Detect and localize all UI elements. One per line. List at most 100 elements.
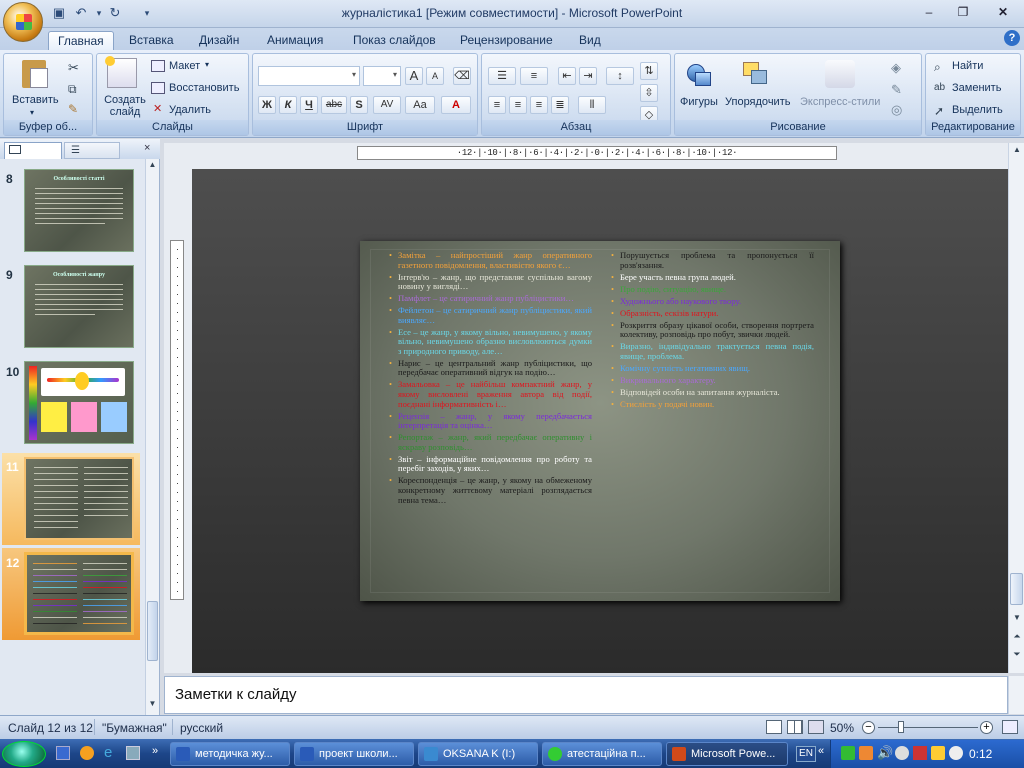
editor-scrollbar[interactable]: ▲ ▼ ⏶ ⏷ [1008,143,1024,673]
grow-font-button[interactable]: A [405,67,423,85]
editor-scroll-thumb[interactable] [1010,573,1023,605]
format-painter-icon[interactable]: ✎ [68,102,78,116]
quick-launch-desktop-icon[interactable] [126,746,140,760]
slide-thumbnail-9[interactable]: Особливості жанру [24,265,134,348]
paste-icon[interactable] [20,58,50,90]
clear-format-icon[interactable]: ⌫ [453,67,471,85]
italic-button[interactable]: К [279,96,297,114]
bold-button[interactable]: Ж [258,96,276,114]
help-icon[interactable]: ? [1004,30,1020,46]
taskbar-item-3[interactable]: атестаційна п... [542,742,662,766]
tab-view[interactable]: Вид [570,31,610,50]
quick-launch-app-icon[interactable] [80,746,94,760]
tray-expand-icon[interactable]: « [818,745,824,757]
scroll-down-icon[interactable]: ▼ [1011,613,1023,625]
increase-indent-icon[interactable]: ⇥ [579,67,597,85]
outline-tab[interactable]: ☰ [64,142,120,159]
font-name-combo[interactable]: ▾ [258,66,360,86]
scroll-down-icon[interactable]: ▼ [147,699,158,711]
layout-dropdown-icon[interactable]: ▾ [205,60,209,69]
tray-app-icon[interactable] [949,746,963,760]
slide-thumbnail-8[interactable]: Особливості статті [24,169,134,252]
arrange-icon[interactable] [741,60,769,88]
zoom-out-icon[interactable]: − [862,721,875,734]
slide-thumbnail-12[interactable] [24,552,134,635]
select-button[interactable]: Выделить [952,104,1003,116]
zoom-slider-thumb[interactable] [898,721,904,733]
shape-fill-icon[interactable]: ◈ [891,60,901,76]
quick-launch-more-icon[interactable]: » [152,745,158,757]
scroll-up-icon[interactable]: ▲ [147,160,158,172]
underline-button[interactable]: Ч [300,96,318,114]
paste-dropdown-icon[interactable]: ▾ [30,108,34,117]
char-spacing-button[interactable]: AV [373,96,401,114]
tab-home[interactable]: Главная [48,31,114,50]
columns-icon[interactable]: ⫴ [578,96,606,114]
align-right-icon[interactable]: ≡ [530,96,548,114]
slide-left-column[interactable]: Замітка – найпростіший жанр оперативного… [388,250,592,508]
taskbar-item-4[interactable]: Microsoft Powe... [666,742,788,766]
zoom-in-icon[interactable]: + [980,721,993,734]
text-direction-icon[interactable]: ⇅ [640,62,658,80]
panel-scroll-thumb[interactable] [147,601,158,661]
find-button[interactable]: Найти [952,60,983,72]
tray-app-icon[interactable] [895,746,909,760]
align-text-icon[interactable]: ⇳ [640,84,658,102]
quick-styles-icon[interactable] [825,60,855,88]
replace-button[interactable]: Заменить [952,82,1001,94]
start-button[interactable] [2,741,46,767]
notes-pane[interactable]: Заметки к слайду [164,676,1008,714]
tab-animation[interactable]: Анимация [258,31,332,50]
tab-insert[interactable]: Вставка [120,31,183,50]
tab-review[interactable]: Рецензирование [451,31,562,50]
numbering-icon[interactable]: ≡ [520,67,548,85]
slide-canvas[interactable]: Замітка – найпростіший жанр оперативного… [360,241,840,601]
close-panel-icon[interactable]: × [144,142,150,154]
delete-button[interactable]: Удалить [169,104,211,116]
quick-launch-word-icon[interactable] [56,746,70,760]
taskbar-item-0[interactable]: методичка жу... [170,742,290,766]
normal-view-icon[interactable] [766,720,782,734]
shape-effects-icon[interactable]: ◎ [891,102,902,118]
restore-button[interactable]: ❐ [950,3,976,21]
slides-tab[interactable] [4,142,62,159]
tab-slideshow[interactable]: Показ слайдов [344,31,445,50]
new-slide-icon[interactable] [105,56,137,88]
copy-icon[interactable]: ⧉ [68,82,77,97]
shrink-font-button[interactable]: A [426,67,444,85]
office-button[interactable] [3,2,43,42]
language-bar[interactable]: EN [796,746,816,762]
layout-button[interactable]: Макет [169,60,200,72]
language-indicator[interactable]: русский [180,721,223,735]
close-button[interactable]: ✕ [990,3,1016,21]
cut-icon[interactable]: ✂ [68,60,79,76]
scroll-up-icon[interactable]: ▲ [1011,145,1023,157]
shapes-icon[interactable] [685,60,713,88]
slide-thumbnail-10[interactable] [24,361,134,444]
justify-icon[interactable]: ≣ [551,96,569,114]
clock[interactable]: 0:12 [969,747,992,761]
new-slide-button[interactable]: Создать слайд [103,94,147,118]
next-slide-icon[interactable]: ⏷ [1011,649,1023,663]
font-color-button[interactable]: A [441,96,471,114]
reset-button[interactable]: Восстановить [169,82,239,94]
align-left-icon[interactable]: ≡ [488,96,506,114]
arrange-button[interactable]: Упорядочить [725,96,790,108]
decrease-indent-icon[interactable]: ⇤ [558,67,576,85]
shape-outline-icon[interactable]: ✎ [891,82,902,98]
zoom-slider[interactable] [878,727,978,728]
tray-app-icon[interactable] [913,746,927,760]
slide-sorter-icon[interactable] [787,720,803,734]
paste-button[interactable]: Вставить [12,94,59,106]
network-icon[interactable] [841,746,855,760]
tab-design[interactable]: Дизайн [190,31,248,50]
font-size-combo[interactable]: ▾ [363,66,401,86]
align-center-icon[interactable]: ≡ [509,96,527,114]
quick-styles-button[interactable]: Экспресс-стили [800,96,880,108]
quick-launch-ie-icon[interactable]: e [104,744,112,761]
notes-scrollbar[interactable] [1008,676,1024,714]
taskbar-item-1[interactable]: проект школи... [294,742,414,766]
volume-icon[interactable]: 🔊 [877,745,893,761]
taskbar-item-2[interactable]: OKSANA K (I:) [418,742,538,766]
minimize-button[interactable]: – [916,3,942,21]
